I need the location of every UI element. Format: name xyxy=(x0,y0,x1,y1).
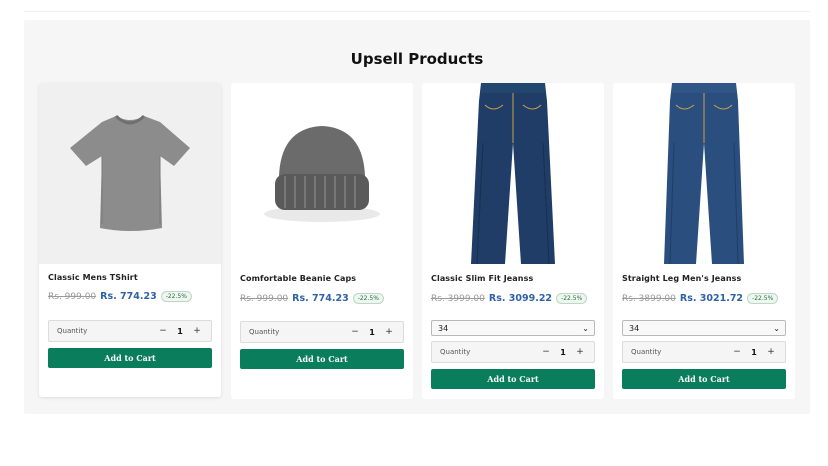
discount-badge: -22.5% xyxy=(747,293,779,304)
product-name[interactable]: Classic Slim Fit Jeanss xyxy=(431,274,533,283)
plus-icon[interactable]: + xyxy=(765,347,777,357)
minus-icon[interactable]: − xyxy=(540,347,552,357)
add-to-cart-button[interactable]: Add to Cart xyxy=(240,349,404,369)
quantity-value[interactable]: 1 xyxy=(169,327,191,336)
product-image[interactable] xyxy=(422,83,604,264)
add-to-cart-button[interactable]: Add to Cart xyxy=(48,348,212,368)
quantity-value[interactable]: 1 xyxy=(552,348,574,357)
product-name[interactable]: Straight Leg Men's Jeanss xyxy=(622,274,741,283)
quantity-label: Quantity xyxy=(57,327,88,335)
jeans-image xyxy=(471,83,555,264)
product-image[interactable] xyxy=(231,83,413,264)
product-card[interactable]: Classic Mens TShirt Rs. 999.00 Rs. 774.2… xyxy=(39,83,221,397)
sale-price: Rs. 774.23 xyxy=(292,293,349,304)
tshirt-image xyxy=(70,114,190,231)
sale-price: Rs. 774.23 xyxy=(100,291,157,302)
product-card[interactable]: Straight Leg Men's Jeanss Rs. 3899.00 Rs… xyxy=(613,83,795,399)
add-to-cart-button[interactable]: Add to Cart xyxy=(431,369,595,389)
chevron-down-icon: ⌄ xyxy=(582,323,589,333)
size-select[interactable]: 34 ⌄ xyxy=(622,320,786,336)
sale-price: Rs. 3099.22 xyxy=(488,293,553,304)
minus-icon[interactable]: − xyxy=(731,347,743,357)
minus-icon[interactable]: − xyxy=(349,327,361,337)
product-name[interactable]: Classic Mens TShirt xyxy=(48,273,138,282)
size-value: 34 xyxy=(629,323,640,333)
quantity-stepper: Quantity − 1 + xyxy=(48,320,212,342)
quantity-label: Quantity xyxy=(249,328,280,336)
product-image[interactable] xyxy=(613,83,795,264)
quantity-value[interactable]: 1 xyxy=(361,328,383,337)
discount-badge: -22.5% xyxy=(556,293,588,304)
product-name[interactable]: Comfortable Beanie Caps xyxy=(240,274,356,283)
product-card[interactable]: Comfortable Beanie Caps Rs. 999.00 Rs. 7… xyxy=(231,83,413,399)
plus-icon[interactable]: + xyxy=(383,327,395,337)
top-divider xyxy=(24,11,810,12)
quantity-label: Quantity xyxy=(440,348,471,356)
add-to-cart-button[interactable]: Add to Cart xyxy=(622,369,786,389)
original-price: Rs. 3899.00 xyxy=(622,293,676,304)
quantity-stepper: Quantity − 1 + xyxy=(240,321,404,343)
size-select[interactable]: 34 ⌄ xyxy=(431,320,595,336)
chevron-down-icon: ⌄ xyxy=(773,323,780,333)
plus-icon[interactable]: + xyxy=(574,347,586,357)
original-price: Rs. 3999.00 xyxy=(431,293,485,304)
original-price: Rs. 999.00 xyxy=(240,293,289,304)
size-value: 34 xyxy=(438,323,449,333)
quantity-stepper: Quantity − 1 + xyxy=(431,341,595,363)
quantity-stepper: Quantity − 1 + xyxy=(622,341,786,363)
plus-icon[interactable]: + xyxy=(191,326,203,336)
section-title: Upsell Products xyxy=(350,50,484,68)
quantity-label: Quantity xyxy=(631,348,662,356)
sale-price: Rs. 3021.72 xyxy=(679,293,744,304)
price-row: Rs. 3999.00 Rs. 3099.22 -22.5% xyxy=(431,293,588,304)
beanie-image xyxy=(264,125,380,222)
discount-badge: -22.5% xyxy=(352,293,384,304)
price-row: Rs. 999.00 Rs. 774.23 -22.5% xyxy=(48,291,192,302)
jeans-image xyxy=(664,83,744,264)
quantity-value[interactable]: 1 xyxy=(743,348,765,357)
minus-icon[interactable]: − xyxy=(157,326,169,336)
price-row: Rs. 999.00 Rs. 774.23 -22.5% xyxy=(240,293,384,304)
discount-badge: -22.5% xyxy=(160,291,192,302)
price-row: Rs. 3899.00 Rs. 3021.72 -22.5% xyxy=(622,293,779,304)
product-card[interactable]: Classic Slim Fit Jeanss Rs. 3999.00 Rs. … xyxy=(422,83,604,399)
original-price: Rs. 999.00 xyxy=(48,291,97,302)
product-image[interactable] xyxy=(39,83,221,264)
